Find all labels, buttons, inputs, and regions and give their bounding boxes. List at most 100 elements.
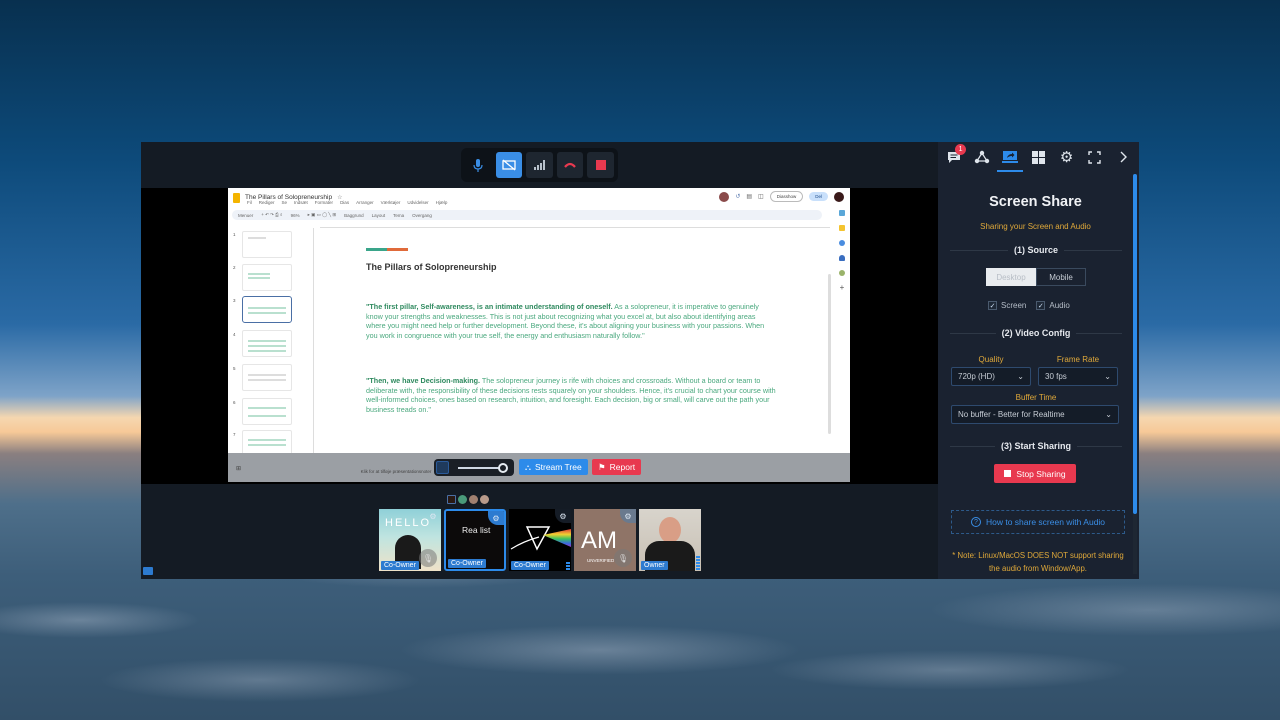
panel-scrollbar-thumb[interactable] — [1133, 174, 1137, 514]
tab-settings[interactable]: ⚙ — [1056, 144, 1078, 170]
toolbar-transition[interactable]: Overgang — [412, 213, 432, 218]
screen-share-icon — [1002, 151, 1019, 163]
chevron-down-icon: ⌄ — [1105, 410, 1112, 419]
slide-thumbnail-selected[interactable] — [242, 296, 292, 323]
add-icon[interactable]: + — [839, 284, 845, 292]
camera-toggle-button[interactable] — [495, 152, 523, 178]
screen-share-panel: 1 ⚙ Screen Share Sharing your Screen and… — [938, 142, 1139, 579]
zoom-level[interactable]: 96% — [291, 213, 300, 218]
participant-tile[interactable]: ⚙ Co-Owner — [509, 509, 571, 571]
slideshow-button[interactable]: Diasshow — [769, 191, 804, 202]
menu-item[interactable]: Formater — [315, 200, 333, 205]
grid-view-icon[interactable]: ⊞ — [236, 465, 241, 472]
gear-icon[interactable]: ⚙ — [620, 509, 636, 523]
stop-sharing-label: Stop Sharing — [1016, 468, 1066, 479]
screen-icon[interactable] — [143, 567, 153, 575]
viewer-avatar[interactable] — [480, 495, 489, 504]
paragraph-1-lead: "The first pillar, Self-awareness, is an… — [366, 302, 613, 311]
share-button[interactable]: Del — [809, 192, 828, 201]
microphone-button[interactable] — [465, 152, 492, 178]
thumb-number: 6 — [233, 400, 236, 405]
stop-sharing-button[interactable]: Stop Sharing — [994, 464, 1076, 483]
keep-icon[interactable] — [839, 225, 845, 231]
history-icon[interactable]: ↺ — [735, 193, 740, 200]
prism-image — [510, 526, 571, 551]
shared-screen[interactable]: The Pillars of Solopreneurship ☆ Fil Red… — [228, 188, 850, 482]
participant-tile[interactable]: HELLO ⚙ 🎙 Co-Owner — [379, 509, 441, 571]
chevron-down-icon: ⌄ — [1104, 372, 1111, 381]
gear-icon[interactable]: ⚙ — [488, 511, 504, 525]
chevron-right-icon — [1120, 151, 1127, 163]
menu-item[interactable]: Se — [282, 200, 288, 205]
volume-slider-track[interactable] — [458, 467, 502, 469]
buffer-select[interactable]: No buffer - Better for Realtime ⌄ — [951, 405, 1119, 424]
slide-thumbnail[interactable] — [242, 364, 292, 391]
report-button[interactable]: ⚑ Report — [592, 459, 642, 475]
source-mobile-option[interactable]: Mobile — [1036, 268, 1086, 286]
menu-item[interactable]: Indsæt — [294, 200, 308, 205]
framerate-select[interactable]: 30 fps ⌄ — [1038, 367, 1118, 386]
buffer-value: No buffer - Better for Realtime — [958, 410, 1065, 419]
slide-thumbnail[interactable] — [242, 330, 292, 357]
tab-layout[interactable] — [1027, 144, 1049, 170]
stop-recording-button[interactable] — [587, 152, 614, 178]
tab-fullscreen[interactable] — [1084, 144, 1106, 170]
role-badge: Owner — [641, 561, 668, 570]
quality-value: 720p (HD) — [958, 372, 995, 381]
slides-header-actions: ↺ ▤ ◫ Diasshow Del — [719, 191, 844, 202]
chevron-down-icon: ⌄ — [1017, 372, 1024, 381]
menu-item[interactable]: Dias — [340, 200, 349, 205]
hang-up-button[interactable] — [556, 152, 584, 178]
tab-chat[interactable]: 1 — [943, 144, 967, 170]
slide-scrollbar[interactable] — [828, 274, 831, 434]
toolbar-menus[interactable]: Menuer — [238, 213, 253, 218]
slide-canvas[interactable]: The Pillars of Solopreneurship "The firs… — [320, 230, 825, 452]
viewer-avatar[interactable] — [447, 495, 456, 504]
viewer-avatar[interactable] — [458, 495, 467, 504]
tab-screen-share[interactable] — [997, 144, 1024, 172]
menu-item[interactable]: Udvidelser — [407, 200, 428, 205]
quality-select[interactable]: 720p (HD) ⌄ — [951, 367, 1031, 386]
volume-slider-handle[interactable] — [498, 463, 508, 473]
maps-icon[interactable] — [839, 270, 845, 276]
menu-item[interactable]: Værktøjer — [381, 200, 401, 205]
slide-thumbnail[interactable] — [242, 264, 292, 291]
tab-network[interactable] — [971, 144, 993, 170]
toolbar-tools: ▸ ▣ ▭ ◯ ╲ ⊞ — [307, 212, 337, 217]
participant-tile[interactable]: Owner — [639, 509, 701, 571]
audio-level-icon — [566, 562, 570, 570]
toolbar-layout[interactable]: Layout — [372, 213, 386, 218]
comments-icon[interactable]: ▤ — [746, 193, 752, 200]
source-heading-text: (1) Source — [1014, 245, 1059, 255]
calendar-icon[interactable] — [839, 210, 845, 216]
capture-options: ✓ Screen ✓ Audio — [988, 301, 1070, 310]
source-desktop-option[interactable]: Desktop — [986, 268, 1036, 286]
menu-item[interactable]: Hjælp — [436, 200, 448, 205]
role-badge: Co-Owner — [511, 561, 549, 570]
viewer-avatar[interactable] — [469, 495, 478, 504]
screen-checkbox-label: Screen — [1001, 301, 1027, 310]
participant-tile-selected[interactable]: Rea list ⚙ Co-Owner — [444, 509, 506, 571]
participant-tile[interactable]: AM UNVERIFIED ⚙ 🎙 — [574, 509, 636, 571]
speaker-icon[interactable] — [436, 461, 449, 474]
audio-checkbox[interactable]: ✓ Audio — [1036, 301, 1070, 310]
panel-scrollbar[interactable] — [1133, 174, 1137, 574]
howto-audio-link[interactable]: ? How to share screen with Audio — [951, 510, 1125, 534]
toolbar-theme[interactable]: Tema — [393, 213, 404, 218]
toolbar-background[interactable]: Baggrund — [344, 213, 364, 218]
screen-checkbox[interactable]: ✓ Screen — [988, 301, 1026, 310]
chat-badge: 1 — [955, 144, 967, 155]
slide-thumbnail[interactable] — [242, 231, 292, 258]
contacts-icon[interactable] — [839, 255, 845, 261]
connection-stats-button[interactable] — [526, 152, 553, 178]
viewer-avatars — [447, 495, 489, 504]
collapse-panel-button[interactable] — [1112, 144, 1134, 170]
slide-thumbnail[interactable] — [242, 398, 292, 425]
menu-item[interactable]: Fil — [247, 200, 252, 205]
menu-item[interactable]: Rediger — [259, 200, 275, 205]
stream-tree-button[interactable]: ⛬ Stream Tree — [519, 459, 588, 475]
account-avatar[interactable] — [834, 191, 844, 202]
meet-icon[interactable]: ◫ — [758, 193, 764, 200]
menu-item[interactable]: Arranger — [356, 200, 374, 205]
tasks-icon[interactable] — [839, 240, 845, 246]
